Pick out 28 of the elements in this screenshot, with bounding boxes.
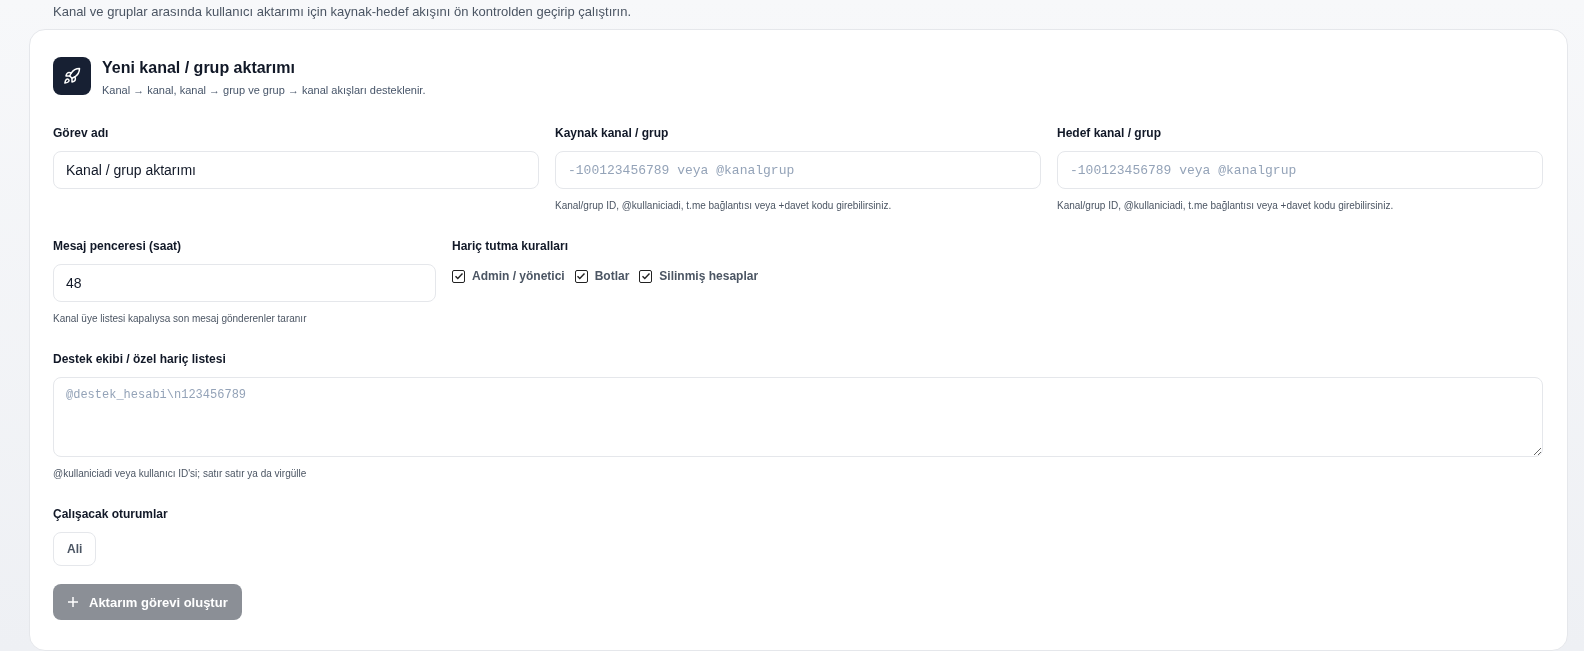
field-label: Kaynak kanal / grup [555,126,670,140]
checkbox-option[interactable]: Botlar [574,269,630,283]
page-description: Kanal ve gruplar arasında kullanıcı aktarımı için kaynak-hedef akışını ön kontrolden geçirip çalıştırın. [53,4,633,19]
session-chip[interactable]: Ali [53,532,97,566]
input-field[interactable]: -100123456789 veya @kanalgrup [1057,151,1543,189]
field-label: Hedef kanal / grup [1057,126,1163,140]
checkbox[interactable] [639,269,653,283]
plus-icon [67,596,79,608]
field-label: Mesaj penceresi (saat) [53,239,183,253]
field-hint: Kanal/grup ID, @kullaniciadi, t.me bağlantısı veya +davet kodu girebilirsiniz. [555,200,893,211]
text-area[interactable]: @destek_hesabi\n123456789 [53,377,1543,457]
checkbox-option[interactable]: Silinmiş hesaplar [639,269,759,283]
field-hint: Kanal/grup ID, @kullaniciadi, t.me bağlantısı veya +davet kodu girebilirsiniz. [1057,200,1395,211]
checkbox[interactable] [452,269,465,283]
checkbox-option[interactable]: Admin / yönetici [452,269,565,283]
field-label: Hariç tutma kuralları [452,239,570,253]
input-field[interactable]: Kanal / grup aktarımı [53,151,539,189]
input-field[interactable]: 48 [53,264,436,302]
card-subtitle: Kanal → kanal, kanal → grup ve grup → kanal akışları desteklenir. [102,84,426,96]
field-hint: Kanal üye listesi kapalıysa son mesaj gönderenler taranır [53,313,308,324]
checkbox[interactable] [574,269,588,283]
field-label: Destek ekibi / özel hariç listesi [53,352,227,366]
field-label: Çalışacak oturumlar [53,507,169,521]
field-label: Görev adı [53,126,110,140]
input-field[interactable]: -100123456789 veya @kanalgrup [555,151,1041,189]
card-title: Yeni kanal / grup aktarımı [102,59,296,77]
rocket-icon [53,57,91,95]
field-hint: @kullaniciadi veya kullanıcı ID'si; satır satır ya da virgülle [53,468,308,479]
